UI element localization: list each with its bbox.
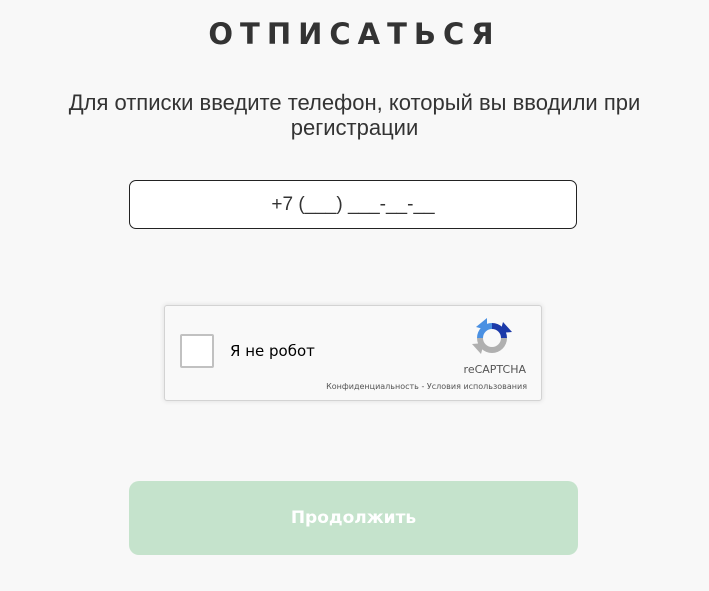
unsubscribe-instructions: Для отписки введите телефон, который вы … xyxy=(68,90,641,140)
phone-field[interactable] xyxy=(129,180,577,229)
captcha-terms-link[interactable]: Условия использования xyxy=(427,382,527,391)
captcha-label: Я не робот xyxy=(230,342,315,360)
phone-input[interactable] xyxy=(130,181,576,228)
continue-button[interactable]: Продолжить xyxy=(129,481,578,555)
captcha-privacy-link[interactable]: Конфиденциальность xyxy=(326,382,419,391)
captcha-brand: reCAPTCHA xyxy=(463,363,526,376)
recaptcha-widget: Я не робот reCAPTCHA Конфиденциальность … xyxy=(164,305,542,401)
captcha-links: Конфиденциальность - Условия использован… xyxy=(326,382,527,391)
page-title: ОТПИСАТЬСЯ xyxy=(208,17,501,51)
captcha-links-separator: - xyxy=(418,382,427,391)
recaptcha-logo-icon xyxy=(472,318,512,354)
captcha-checkbox[interactable] xyxy=(180,334,214,368)
